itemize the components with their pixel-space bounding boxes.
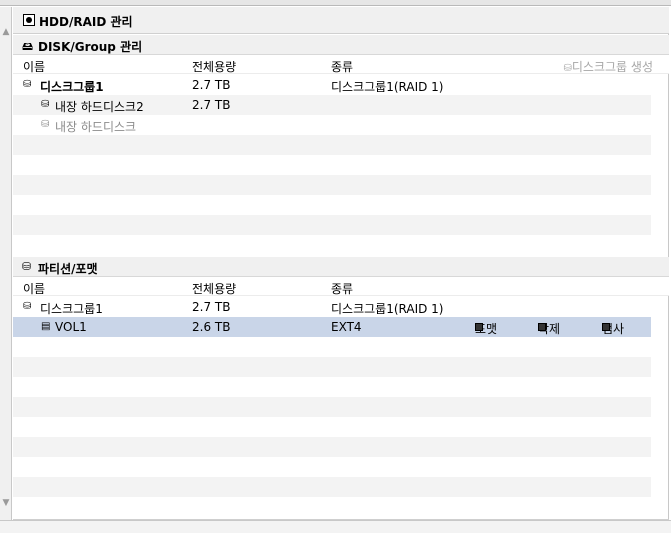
empty-row xyxy=(13,397,651,417)
empty-row xyxy=(13,457,651,477)
delete-button[interactable]: 삭제 xyxy=(538,320,560,337)
empty-row xyxy=(13,155,651,175)
partition-list: ⛁ 디스크그룹1 2.7 TB 디스크그룹1(RAID 1) ▤ VOL1 2.… xyxy=(13,297,651,517)
disk-icon: ⛁ xyxy=(41,119,50,130)
list-item[interactable]: ⛁ 디스크그룹1 2.7 TB 디스크그룹1(RAID 1) xyxy=(13,297,651,317)
format-icon xyxy=(475,323,483,331)
empty-row xyxy=(13,215,651,235)
partition-section-header: ⛁ 파티션/포맷 xyxy=(13,257,669,277)
list-item[interactable]: ⛁ 디스크그룹1 2.7 TB 디스크그룹1(RAID 1) xyxy=(13,75,651,95)
disk-group-section-header: 🖴 DISK/Group 관리 xyxy=(13,35,669,55)
empty-row xyxy=(13,135,651,155)
disk-column-header: 이름 전체용량 종류 ⛁디스크그룹 생성 xyxy=(13,55,669,74)
empty-row xyxy=(13,377,651,397)
empty-row xyxy=(13,437,651,457)
partition-icon: ⛁ xyxy=(22,260,32,273)
list-item[interactable]: ▤ VOL1 2.6 TB EXT4 포맷 삭제 검사 xyxy=(13,317,651,337)
check-icon xyxy=(602,323,610,331)
format-button[interactable]: 포맷 xyxy=(475,320,497,337)
scroll-up-arrow-icon[interactable]: ▲ xyxy=(0,23,12,41)
window-bottom-edge xyxy=(0,520,671,533)
empty-row xyxy=(13,477,651,497)
col-name: 이름 xyxy=(23,60,46,74)
check-button[interactable]: 검사 xyxy=(602,320,624,337)
disk-list: ⛁ 디스크그룹1 2.7 TB 디스크그룹1(RAID 1) ⛁ 내장 하드디스… xyxy=(13,75,651,255)
empty-row xyxy=(13,417,651,437)
disk-group-icon: ⛁ xyxy=(23,301,32,312)
list-item[interactable]: ⛁ 내장 하드디스크2 2.7 TB xyxy=(13,95,651,115)
empty-row xyxy=(13,337,651,357)
empty-row xyxy=(13,195,651,215)
scroll-down-arrow-icon[interactable]: ▼ xyxy=(0,494,12,512)
hdd-raid-header: HDD/RAID 관리 xyxy=(13,7,669,34)
col-capacity: 전체용량 xyxy=(192,60,237,74)
disk-group-title: DISK/Group 관리 xyxy=(38,40,143,54)
create-group-icon: ⛁ xyxy=(563,63,572,74)
empty-row xyxy=(13,175,651,195)
hdd-raid-title: HDD/RAID 관리 xyxy=(39,15,133,29)
partition-column-header: 이름 전체용량 종류 xyxy=(13,277,669,296)
hdd-raid-panel: HDD/RAID 관리 🖴 DISK/Group 관리 이름 전체용량 종류 ⛁… xyxy=(13,7,669,520)
col-name: 이름 xyxy=(23,282,46,296)
empty-row xyxy=(13,497,651,517)
create-disk-group-button[interactable]: ⛁디스크그룹 생성 xyxy=(564,58,654,75)
empty-row xyxy=(13,357,651,377)
disk-icon: ⛁ xyxy=(41,99,50,110)
vertical-scrollbar[interactable]: ▲ ▼ xyxy=(0,7,12,520)
list-item[interactable]: ⛁ 내장 하드디스크 xyxy=(13,115,651,135)
col-capacity: 전체용량 xyxy=(192,282,237,296)
disk-group-icon: ⛁ xyxy=(23,79,32,90)
empty-row xyxy=(13,235,651,255)
hdd-icon xyxy=(23,14,35,26)
volume-icon: ▤ xyxy=(41,321,51,332)
delete-icon xyxy=(538,323,546,331)
col-type: 종류 xyxy=(331,60,354,74)
col-type: 종류 xyxy=(331,282,354,296)
partition-title: 파티션/포맷 xyxy=(38,262,98,276)
window-top-edge xyxy=(0,0,671,6)
